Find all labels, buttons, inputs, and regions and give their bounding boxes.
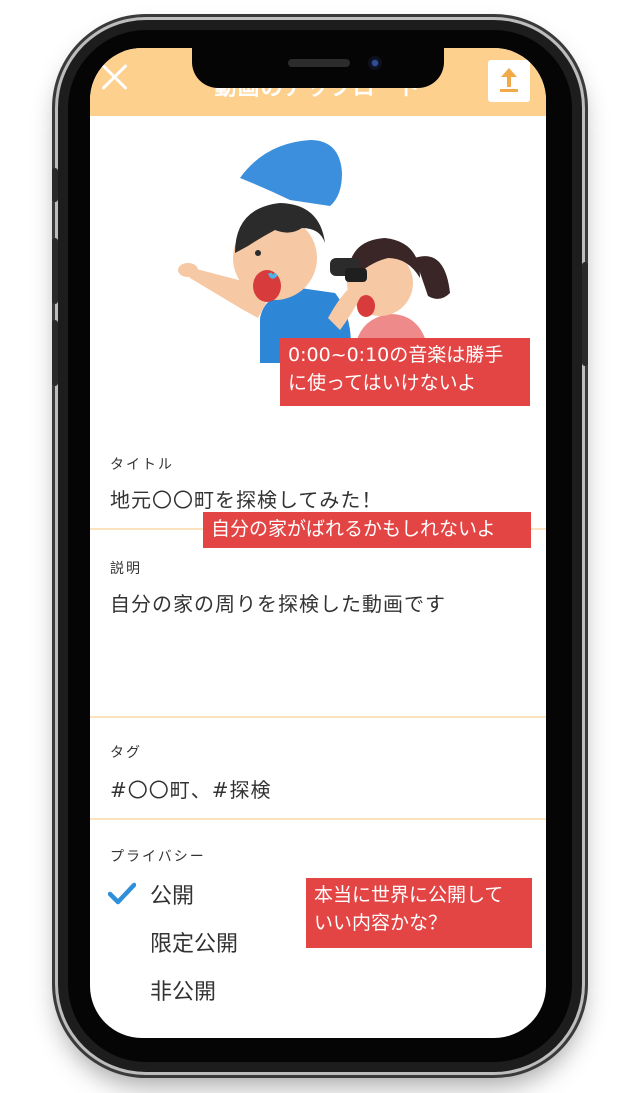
annotation-music-line1: 0:00~0:10の音楽は勝手 [288, 344, 504, 366]
upload-icon[interactable] [488, 60, 530, 102]
annotation-music: 0:00~0:10の音楽は勝手 に使ってはいけないよ [280, 338, 530, 406]
title-input[interactable]: 地元〇〇町を探検してみた！ [110, 484, 382, 513]
annotation-home-text: 自分の家がばれるかもしれないよ [211, 518, 496, 540]
silent-switch [52, 168, 58, 202]
title-label: タイトル [110, 457, 174, 473]
volume-down-button [52, 320, 58, 386]
app-screen: 動画のアップロード 0:00~0:10の音楽は勝手 に使ってはいけないよ タイト… [90, 48, 546, 1038]
privacy-label: プライバシー [110, 849, 206, 865]
description-label: 説明 [110, 561, 142, 577]
volume-up-button [52, 238, 58, 304]
description-input[interactable]: 自分の家の周りを探検した動画です [110, 588, 446, 617]
privacy-option-public[interactable]: 公開 [150, 878, 194, 910]
checkmark-icon [108, 882, 136, 905]
close-icon[interactable] [98, 60, 132, 94]
annotation-public: 本当に世界に公開して いい内容かな？ [306, 878, 532, 948]
speaker-grille [288, 59, 350, 67]
phone-notch [192, 48, 444, 88]
divider [90, 818, 546, 820]
annotation-public-line2: いい内容かな？ [314, 912, 448, 934]
power-button [582, 262, 588, 366]
privacy-option-private[interactable]: 非公開 [150, 974, 216, 1006]
privacy-option-unlisted[interactable]: 限定公開 [150, 926, 238, 958]
annotation-music-line2: に使ってはいけないよ [288, 372, 477, 394]
divider [90, 716, 546, 718]
tags-input[interactable]: #〇〇町、#探検 [110, 774, 272, 803]
tags-label: タグ [110, 745, 142, 761]
annotation-public-line1: 本当に世界に公開して [314, 884, 504, 906]
front-camera [368, 56, 382, 70]
annotation-home: 自分の家がばれるかもしれないよ [203, 512, 531, 548]
